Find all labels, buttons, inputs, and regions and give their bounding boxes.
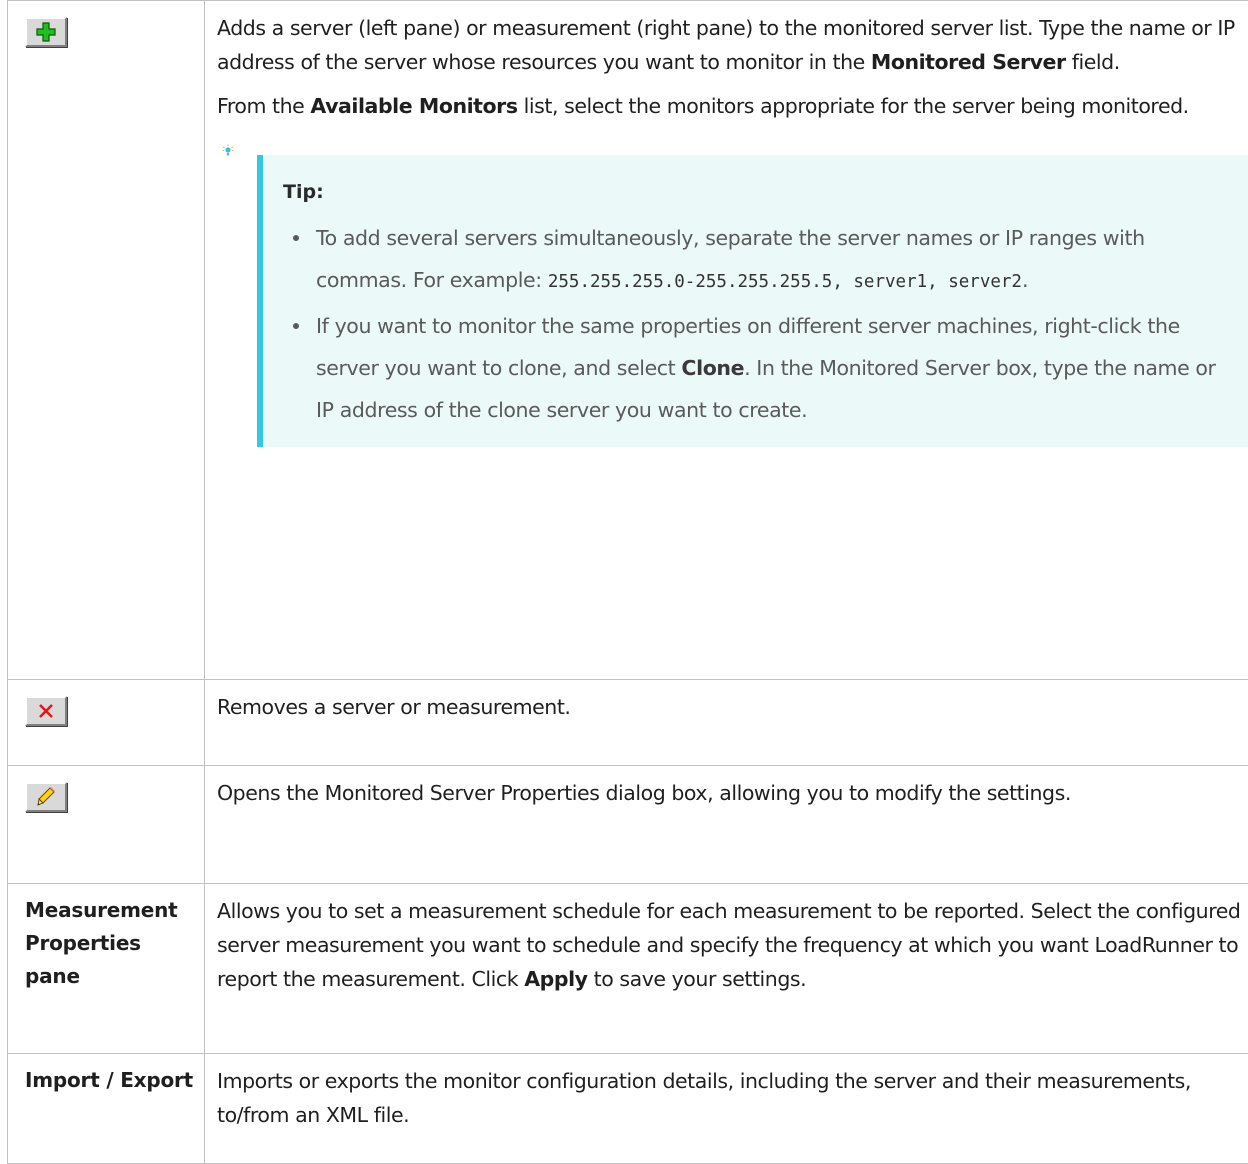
table-row-edit: Opens the Monitored Server Properties di… — [8, 766, 1248, 884]
remove-x-icon — [25, 696, 67, 726]
tip-list-item: To add several servers simultaneously, s… — [283, 217, 1219, 303]
edit-pencil-icon — [25, 782, 67, 812]
ui-element-cell — [8, 680, 205, 766]
tip-callout: Tip: To add several servers simultaneous… — [257, 155, 1248, 447]
ui-element-cell: Import / Export — [8, 1054, 205, 1164]
tip-box: Tip: To add several servers simultaneous… — [257, 155, 1248, 447]
description-paragraph: From the Available Monitors list, select… — [217, 89, 1247, 123]
description-paragraph: Imports or exports the monitor configura… — [217, 1064, 1247, 1132]
ui-element-cell — [8, 1, 205, 680]
ui-element-term: Measurement Properties pane — [25, 894, 194, 993]
bold-term: Apply — [524, 967, 587, 991]
bold-term: Available Monitors — [310, 94, 517, 118]
description-paragraph: Adds a server (left pane) or measurement… — [217, 11, 1247, 79]
ui-element-term: Import / Export — [25, 1064, 194, 1097]
ui-element-cell: Measurement Properties pane — [8, 884, 205, 1054]
add-plus-icon — [25, 17, 67, 47]
table-row-import-export: Import / Export Imports or exports the m… — [8, 1054, 1248, 1164]
bold-term: Monitored Server — [871, 50, 1066, 74]
ui-element-cell — [8, 766, 205, 884]
tip-list: To add several servers simultaneously, s… — [283, 217, 1219, 431]
tip-list-item: If you want to monitor the same properti… — [283, 305, 1219, 431]
code-snippet: 255.255.255.0-255.255.255.5, server1, se… — [548, 272, 1022, 292]
table-row-add: Adds a server (left pane) or measurement… — [8, 1, 1248, 680]
description-paragraph: Removes a server or measurement. — [217, 690, 1247, 724]
description-cell: Adds a server (left pane) or measurement… — [205, 1, 1248, 680]
tip-title: Tip: — [283, 175, 1219, 209]
table-row-measurement-properties: Measurement Properties pane Allows you t… — [8, 884, 1248, 1054]
lightbulb-icon — [222, 144, 234, 158]
bold-term: Clone — [681, 356, 744, 380]
description-paragraph: Opens the Monitored Server Properties di… — [217, 776, 1247, 810]
description-cell: Removes a server or measurement. — [205, 680, 1248, 766]
description-cell: Imports or exports the monitor configura… — [205, 1054, 1248, 1164]
description-paragraph: Allows you to set a measurement schedule… — [217, 894, 1247, 996]
description-cell: Opens the Monitored Server Properties di… — [205, 766, 1248, 884]
table-row-remove: Removes a server or measurement. — [8, 680, 1248, 766]
description-cell: Allows you to set a measurement schedule… — [205, 884, 1248, 1054]
options-table: Adds a server (left pane) or measurement… — [7, 0, 1248, 1164]
